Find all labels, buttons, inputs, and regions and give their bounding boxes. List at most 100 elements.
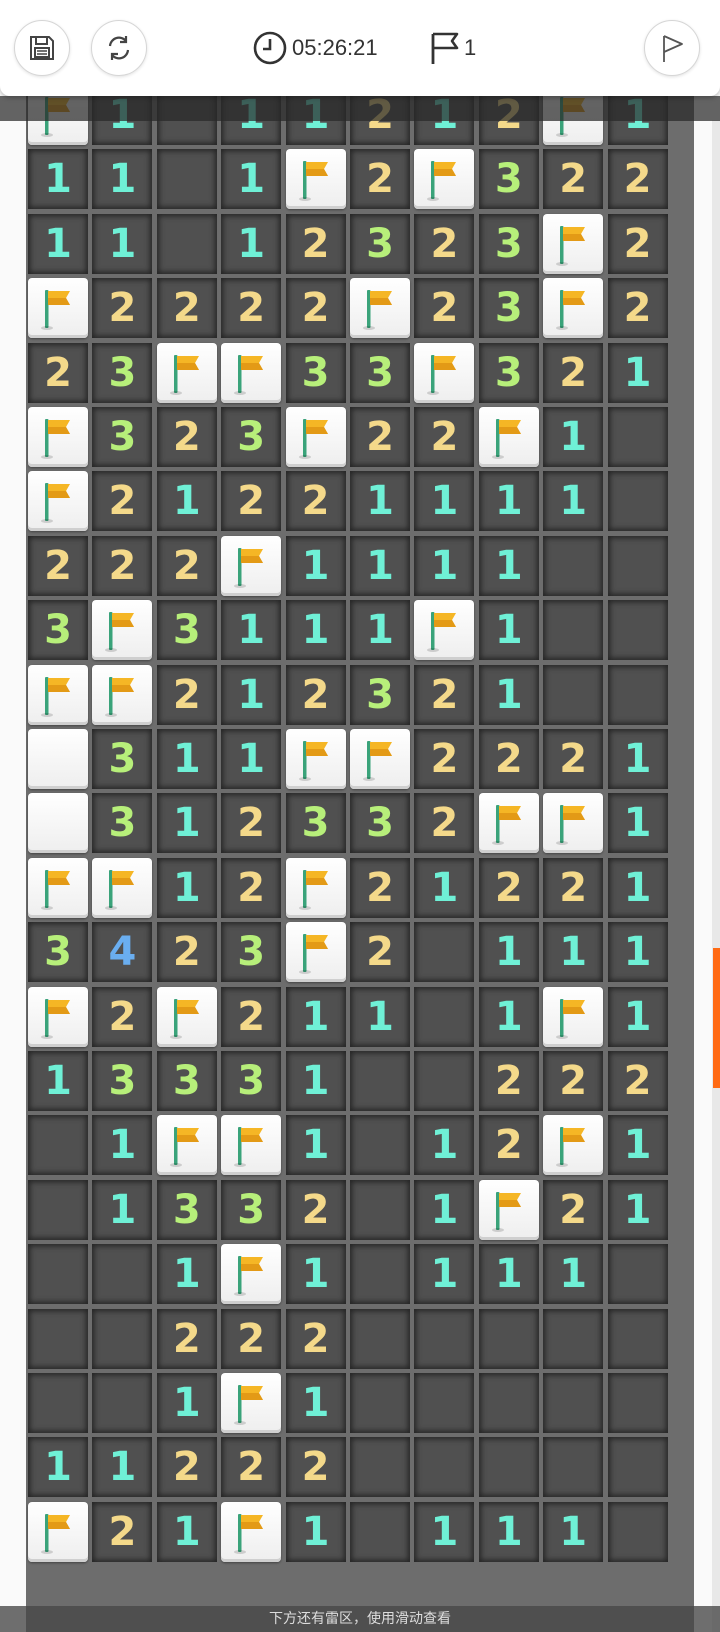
number-cell[interactable]: 1 bbox=[478, 922, 539, 983]
number-cell[interactable]: 3 bbox=[350, 213, 410, 274]
number-cell[interactable]: 2 bbox=[350, 149, 410, 210]
flagged-cell[interactable] bbox=[92, 600, 153, 661]
number-cell[interactable]: 3 bbox=[478, 342, 539, 403]
number-cell[interactable]: 3 bbox=[156, 1051, 217, 1111]
number-cell[interactable]: 1 bbox=[156, 793, 217, 854]
empty-cell[interactable] bbox=[28, 1244, 88, 1305]
number-cell[interactable]: 1 bbox=[221, 729, 282, 789]
empty-cell[interactable] bbox=[607, 1244, 668, 1305]
flagged-cell[interactable] bbox=[478, 793, 539, 854]
number-cell[interactable]: 2 bbox=[543, 1179, 604, 1240]
number-cell[interactable]: 1 bbox=[478, 986, 539, 1047]
empty-cell[interactable] bbox=[543, 1308, 604, 1369]
flagged-cell[interactable] bbox=[28, 664, 88, 725]
number-cell[interactable]: 1 bbox=[350, 471, 410, 532]
empty-cell[interactable] bbox=[414, 1437, 475, 1498]
number-cell[interactable]: 1 bbox=[92, 1179, 153, 1240]
restart-button[interactable] bbox=[91, 20, 147, 76]
number-cell[interactable]: 3 bbox=[350, 793, 410, 854]
flagged-cell[interactable] bbox=[28, 471, 88, 532]
number-cell[interactable]: 1 bbox=[414, 857, 475, 918]
number-cell[interactable]: 1 bbox=[607, 922, 668, 983]
flagged-cell[interactable] bbox=[28, 857, 88, 918]
number-cell[interactable]: 2 bbox=[414, 729, 475, 789]
number-cell[interactable]: 2 bbox=[156, 664, 217, 725]
number-cell[interactable]: 1 bbox=[221, 149, 282, 210]
number-cell[interactable]: 2 bbox=[414, 278, 475, 339]
number-cell[interactable]: 2 bbox=[414, 664, 475, 725]
flagged-cell[interactable] bbox=[221, 1373, 282, 1433]
empty-cell[interactable] bbox=[543, 1373, 604, 1433]
number-cell[interactable]: 2 bbox=[478, 729, 539, 789]
empty-cell[interactable] bbox=[350, 1501, 410, 1562]
number-cell[interactable]: 2 bbox=[92, 986, 153, 1047]
number-cell[interactable]: 1 bbox=[607, 793, 668, 854]
number-cell[interactable]: 2 bbox=[156, 1437, 217, 1498]
number-cell[interactable]: 1 bbox=[478, 1501, 539, 1562]
number-cell[interactable]: 1 bbox=[607, 1115, 668, 1176]
number-cell[interactable]: 1 bbox=[28, 1051, 88, 1111]
flagged-cell[interactable] bbox=[543, 213, 604, 274]
number-cell[interactable]: 3 bbox=[156, 1179, 217, 1240]
number-cell[interactable]: 1 bbox=[543, 922, 604, 983]
save-button[interactable] bbox=[14, 20, 70, 76]
number-cell[interactable]: 3 bbox=[28, 600, 88, 661]
number-cell[interactable]: 2 bbox=[478, 857, 539, 918]
number-cell[interactable]: 2 bbox=[221, 1437, 282, 1498]
number-cell[interactable]: 1 bbox=[414, 471, 475, 532]
finish-button[interactable] bbox=[644, 20, 700, 76]
covered-cell[interactable] bbox=[28, 793, 88, 854]
number-cell[interactable]: 2 bbox=[607, 1051, 668, 1111]
number-cell[interactable]: 2 bbox=[285, 1437, 346, 1498]
number-cell[interactable]: 2 bbox=[156, 407, 217, 467]
flagged-cell[interactable] bbox=[221, 1501, 282, 1562]
flagged-cell[interactable] bbox=[221, 342, 282, 403]
number-cell[interactable]: 1 bbox=[478, 535, 539, 596]
number-cell[interactable]: 1 bbox=[607, 986, 668, 1047]
number-cell[interactable]: 2 bbox=[285, 1179, 346, 1240]
number-cell[interactable]: 1 bbox=[92, 213, 153, 274]
number-cell[interactable]: 2 bbox=[221, 857, 282, 918]
number-cell[interactable]: 3 bbox=[92, 407, 153, 467]
empty-cell[interactable] bbox=[607, 664, 668, 725]
flagged-cell[interactable] bbox=[156, 1115, 217, 1176]
number-cell[interactable]: 1 bbox=[156, 1244, 217, 1305]
empty-cell[interactable] bbox=[92, 1244, 153, 1305]
flagged-cell[interactable] bbox=[285, 922, 346, 983]
number-cell[interactable]: 2 bbox=[156, 1308, 217, 1369]
number-cell[interactable]: 1 bbox=[414, 1179, 475, 1240]
flagged-cell[interactable] bbox=[285, 149, 346, 210]
number-cell[interactable]: 2 bbox=[221, 986, 282, 1047]
number-cell[interactable]: 4 bbox=[92, 922, 153, 983]
flagged-cell[interactable] bbox=[478, 407, 539, 467]
number-cell[interactable]: 2 bbox=[285, 213, 346, 274]
empty-cell[interactable] bbox=[543, 535, 604, 596]
number-cell[interactable]: 3 bbox=[92, 342, 153, 403]
number-cell[interactable]: 1 bbox=[478, 664, 539, 725]
number-cell[interactable]: 2 bbox=[221, 793, 282, 854]
number-cell[interactable]: 1 bbox=[285, 1373, 346, 1433]
number-cell[interactable]: 3 bbox=[478, 149, 539, 210]
number-cell[interactable]: 1 bbox=[285, 535, 346, 596]
flagged-cell[interactable] bbox=[28, 986, 88, 1047]
number-cell[interactable]: 2 bbox=[478, 1051, 539, 1111]
number-cell[interactable]: 2 bbox=[156, 922, 217, 983]
number-cell[interactable]: 1 bbox=[92, 149, 153, 210]
number-cell[interactable]: 3 bbox=[350, 664, 410, 725]
number-cell[interactable]: 2 bbox=[285, 278, 346, 339]
number-cell[interactable]: 3 bbox=[156, 600, 217, 661]
number-cell[interactable]: 2 bbox=[543, 149, 604, 210]
number-cell[interactable]: 2 bbox=[607, 278, 668, 339]
empty-cell[interactable] bbox=[350, 1179, 410, 1240]
empty-cell[interactable] bbox=[350, 1308, 410, 1369]
number-cell[interactable]: 2 bbox=[543, 1051, 604, 1111]
number-cell[interactable]: 1 bbox=[221, 664, 282, 725]
number-cell[interactable]: 3 bbox=[221, 922, 282, 983]
number-cell[interactable]: 2 bbox=[285, 664, 346, 725]
flagged-cell[interactable] bbox=[92, 664, 153, 725]
number-cell[interactable]: 1 bbox=[478, 600, 539, 661]
flagged-cell[interactable] bbox=[221, 1115, 282, 1176]
empty-cell[interactable] bbox=[607, 1308, 668, 1369]
empty-cell[interactable] bbox=[156, 213, 217, 274]
empty-cell[interactable] bbox=[28, 1308, 88, 1369]
